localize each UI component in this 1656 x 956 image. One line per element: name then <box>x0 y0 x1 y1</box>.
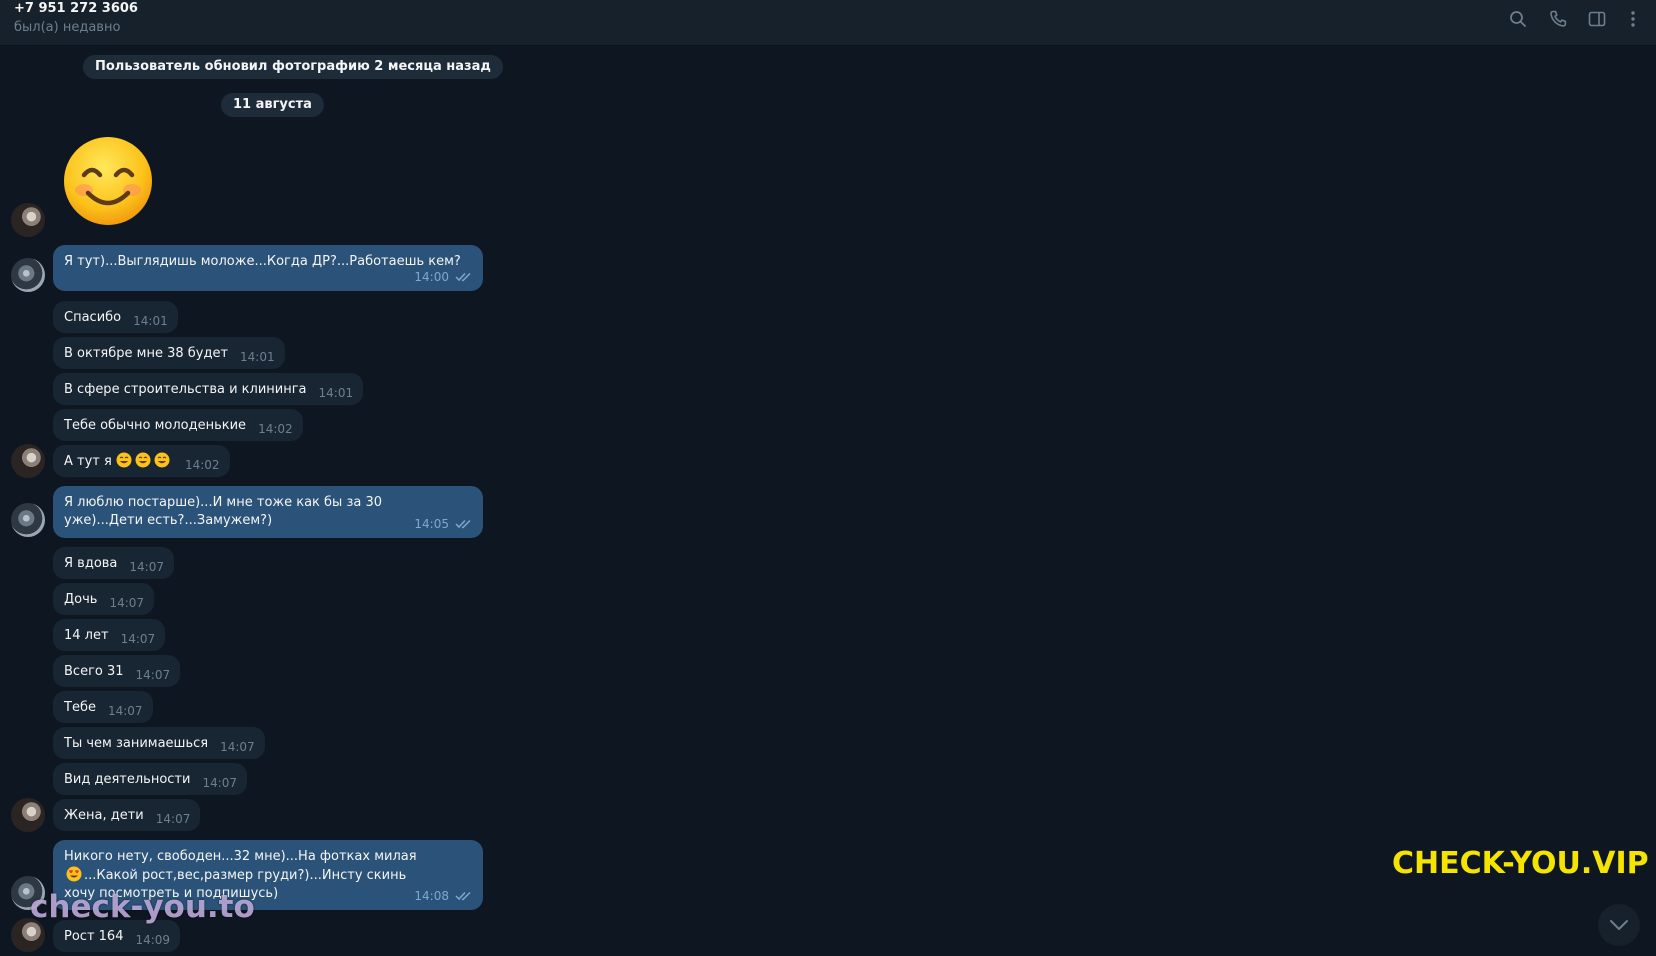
message-incoming[interactable]: Дочь 14:07 <box>53 583 155 615</box>
message-time: 14:07 <box>135 668 171 682</box>
double-check-icon <box>455 272 471 282</box>
service-photo-update: Пользователь обновил фотографию 2 месяца… <box>83 55 503 79</box>
message-time: 14:07 <box>109 596 145 610</box>
watermark-right: CHECK-YOU.VIP <box>1392 846 1649 881</box>
sidebar-toggle-icon[interactable] <box>1586 8 1608 30</box>
avatar-contact[interactable] <box>11 444 45 478</box>
grinning-emoji-icon <box>135 452 151 468</box>
message-text: Никого нету, свободен...32 мне)...На фот… <box>64 849 417 864</box>
message-incoming[interactable]: Вид деятельности 14:07 <box>53 763 248 795</box>
message-time: 14:05 <box>414 517 449 531</box>
message-text: В октябре мне 38 будет <box>64 346 229 361</box>
message-time: 14:07 <box>129 560 164 574</box>
message-incoming[interactable]: Тебе обычно молоденькие 14:02 <box>53 409 303 441</box>
message-outgoing[interactable]: Я тут)...Выглядишь моложе...Когда ДР?...… <box>53 245 483 291</box>
message-time: 14:07 <box>107 704 143 718</box>
double-check-icon <box>455 519 471 529</box>
avatar-contact[interactable] <box>11 203 45 237</box>
message-time: 14:07 <box>202 776 238 790</box>
message-time: 14:02 <box>184 458 220 472</box>
smiling-emoji-icon <box>64 137 152 225</box>
message-text: 14 лет <box>64 628 109 643</box>
avatar-self[interactable] <box>11 503 45 537</box>
grinning-emoji-icon <box>116 452 132 468</box>
message-text: Рост 164 <box>64 929 124 944</box>
message-text: Вид деятельности <box>64 772 191 787</box>
scroll-down-button[interactable] <box>1598 904 1640 946</box>
message-text: В сфере строительства и клининга <box>64 382 307 397</box>
message-text: Тебе <box>64 700 96 715</box>
message-text: Всего 31 <box>64 664 124 679</box>
message-time: 14:07 <box>120 632 156 646</box>
search-icon[interactable] <box>1507 8 1529 30</box>
message-incoming[interactable]: 14 лет 14:07 <box>53 619 166 651</box>
watermark-left: check-you.to <box>30 889 255 925</box>
message-incoming[interactable]: Всего 31 14:07 <box>53 655 181 687</box>
message-time: 14:09 <box>135 933 171 947</box>
message-text: Ты чем занимаешься <box>64 736 209 751</box>
message-time: 14:07 <box>155 812 191 826</box>
message-incoming[interactable]: В октябре мне 38 будет 14:01 <box>53 337 285 369</box>
message-outgoing[interactable]: Я люблю постарше)...И мне тоже как бы за… <box>53 486 483 538</box>
chat-header[interactable]: +7 951 272 3606 был(а) недавно <box>0 0 1656 46</box>
double-check-icon <box>455 891 471 901</box>
chevron-down-icon <box>1610 920 1628 930</box>
message-time: 14:00 <box>414 270 449 284</box>
message-text: Я люблю постарше)...И мне тоже как бы за… <box>64 495 383 528</box>
message-incoming[interactable]: Тебе 14:07 <box>53 691 153 723</box>
chat-title: +7 951 272 3606 <box>14 1 138 16</box>
message-time: 14:01 <box>133 314 168 328</box>
message-incoming[interactable]: Жена, дети 14:07 <box>53 799 201 831</box>
chat-status: был(а) недавно <box>14 20 121 35</box>
message-incoming[interactable]: Спасибо 14:01 <box>53 301 178 333</box>
phone-icon[interactable] <box>1547 8 1569 30</box>
heart-eyes-emoji-icon <box>66 866 82 882</box>
grinning-emoji-icon <box>154 452 170 468</box>
message-text: А тут я <box>64 454 112 469</box>
message-incoming[interactable]: Я вдова 14:07 <box>53 547 174 579</box>
message-incoming[interactable]: В сфере строительства и клининга 14:01 <box>53 373 364 405</box>
message-time: 14:01 <box>240 350 275 364</box>
message-text: Я тут)...Выглядишь моложе...Когда ДР?...… <box>64 254 461 269</box>
avatar-contact[interactable] <box>11 798 45 832</box>
message-incoming[interactable]: Ты чем занимаешься 14:07 <box>53 727 265 759</box>
message-incoming[interactable]: А тут я 14:02 <box>53 445 230 477</box>
avatar-self[interactable] <box>11 258 45 292</box>
message-text: Я вдова <box>64 556 118 571</box>
message-time: 14:02 <box>258 422 293 436</box>
message-text: Дочь <box>64 592 98 607</box>
message-time: 14:08 <box>414 889 449 903</box>
message-time: 14:01 <box>318 386 354 400</box>
message-text: Спасибо <box>64 310 122 325</box>
more-vert-icon[interactable] <box>1622 8 1644 30</box>
message-text: Жена, дети <box>64 808 144 823</box>
chat-window: +7 951 272 3606 был(а) недавно Пользоват… <box>0 0 1656 956</box>
message-time: 14:07 <box>220 740 255 754</box>
date-separator: 11 августа <box>221 93 324 117</box>
message-text: Тебе обычно молоденькие <box>64 418 247 433</box>
